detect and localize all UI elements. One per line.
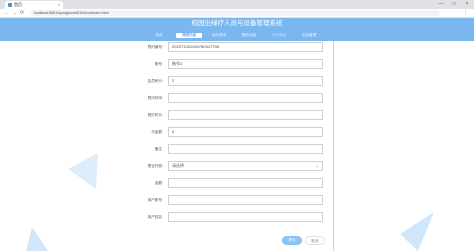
booking-duration-field[interactable] xyxy=(168,110,323,120)
select-value: 请选择 xyxy=(172,163,184,168)
url-text: localhost:8081/springbootrt51h/front/ind… xyxy=(34,11,109,15)
cancel-button[interactable]: 取消 xyxy=(305,236,325,245)
booking-time-field[interactable] xyxy=(168,93,323,103)
address-bar[interactable]: localhost:8081/springbootrt51h/front/ind… xyxy=(30,10,440,16)
maximize-icon[interactable]: □ xyxy=(449,0,459,8)
amount-field[interactable] xyxy=(168,178,323,188)
field-label: 预约编号: xyxy=(147,45,163,49)
scrollbar[interactable] xyxy=(333,41,334,251)
booking-form: 预约编号: 2023T1022094780317796 账号: 账号2 会员积分… xyxy=(115,41,330,251)
field-label: 账号: xyxy=(154,62,163,66)
field-label: 代金额: xyxy=(151,130,163,134)
form-row: 预约时长: xyxy=(115,110,330,120)
member-points-field[interactable]: 2 xyxy=(168,76,323,86)
field-label: 预约时长: xyxy=(147,113,163,117)
submit-button[interactable]: 提交 xyxy=(282,236,302,245)
form-row: 会员积分: 2 xyxy=(115,76,330,86)
booking-number-field[interactable]: 2023T1022094780317796 xyxy=(168,42,323,52)
form-row: 用户姓名: xyxy=(115,212,330,222)
form-row: 预约编号: 2023T1022094780317796 xyxy=(115,42,330,52)
nav-item-facilities[interactable]: 服务设施 xyxy=(236,33,262,38)
user-account-field[interactable] xyxy=(168,195,323,205)
nav-item-personal-center[interactable]: 个人中心 xyxy=(266,33,292,38)
field-label: 用户账号: xyxy=(147,198,163,202)
page: 校园出绿疗人员与设备管理系统 首页 健康档案 运动资讯 服务设施 个人中心 后台… xyxy=(0,18,474,251)
main-nav: 首页 健康档案 运动资讯 服务设施 个人中心 后台管理 xyxy=(0,30,474,41)
tab-close-icon[interactable]: × xyxy=(58,2,60,8)
form-row: 代金额: 0 xyxy=(115,127,330,137)
form-row: 金额: xyxy=(115,178,330,188)
browser-menu-icon[interactable]: ⋮ xyxy=(463,10,468,16)
form-row: 用户账号: xyxy=(115,195,330,205)
browser-tab[interactable]: 首页 × xyxy=(5,1,63,9)
voucher-amount-field[interactable]: 0 xyxy=(168,127,323,137)
site-title: 校园出绿疗人员与设备管理系统 xyxy=(191,20,283,27)
nav-item-admin[interactable]: 后台管理 xyxy=(296,33,322,38)
field-label: 备注: xyxy=(154,147,163,151)
browser-toolbar: ← → ⟳ localhost:8081/springbootrt51h/fro… xyxy=(0,9,474,18)
field-label: 是否开放: xyxy=(147,164,163,168)
remarks-field[interactable] xyxy=(168,144,323,154)
user-name-field[interactable] xyxy=(168,212,323,222)
field-label: 预约时间: xyxy=(147,96,163,100)
form-row: 备注: xyxy=(115,144,330,154)
close-window-icon[interactable]: × xyxy=(462,0,472,8)
form-row: 账号: 账号2 xyxy=(115,59,330,69)
open-status-select[interactable]: 请选择 ⌄ xyxy=(168,161,323,171)
account-field[interactable]: 账号2 xyxy=(168,59,323,69)
reload-icon[interactable]: ⟳ xyxy=(20,10,24,16)
chevron-down-icon: ⌄ xyxy=(315,163,319,168)
field-label: 会员积分: xyxy=(147,79,163,83)
tab-title: 首页 xyxy=(14,2,22,7)
minimize-icon[interactable]: — xyxy=(436,0,446,8)
site-header: 校园出绿疗人员与设备管理系统 xyxy=(0,18,474,30)
form-row: 预约时间: xyxy=(115,93,330,103)
back-icon[interactable]: ← xyxy=(4,10,9,16)
decor-triangle xyxy=(68,153,98,189)
nav-item-sports-news[interactable]: 运动资讯 xyxy=(206,33,232,38)
decor-triangle xyxy=(26,227,48,251)
favicon-icon xyxy=(8,3,12,7)
decor-triangle xyxy=(400,212,434,251)
field-label: 用户姓名: xyxy=(147,215,163,219)
field-label: 金额: xyxy=(154,181,163,185)
nav-item-health-records[interactable]: 健康档案 xyxy=(176,33,202,38)
browser-tabbar: 首页 × — □ × xyxy=(0,0,474,9)
forward-icon[interactable]: → xyxy=(12,10,17,16)
nav-item-home[interactable]: 首页 xyxy=(146,33,172,38)
form-row: 是否开放: 请选择 ⌄ xyxy=(115,161,330,171)
